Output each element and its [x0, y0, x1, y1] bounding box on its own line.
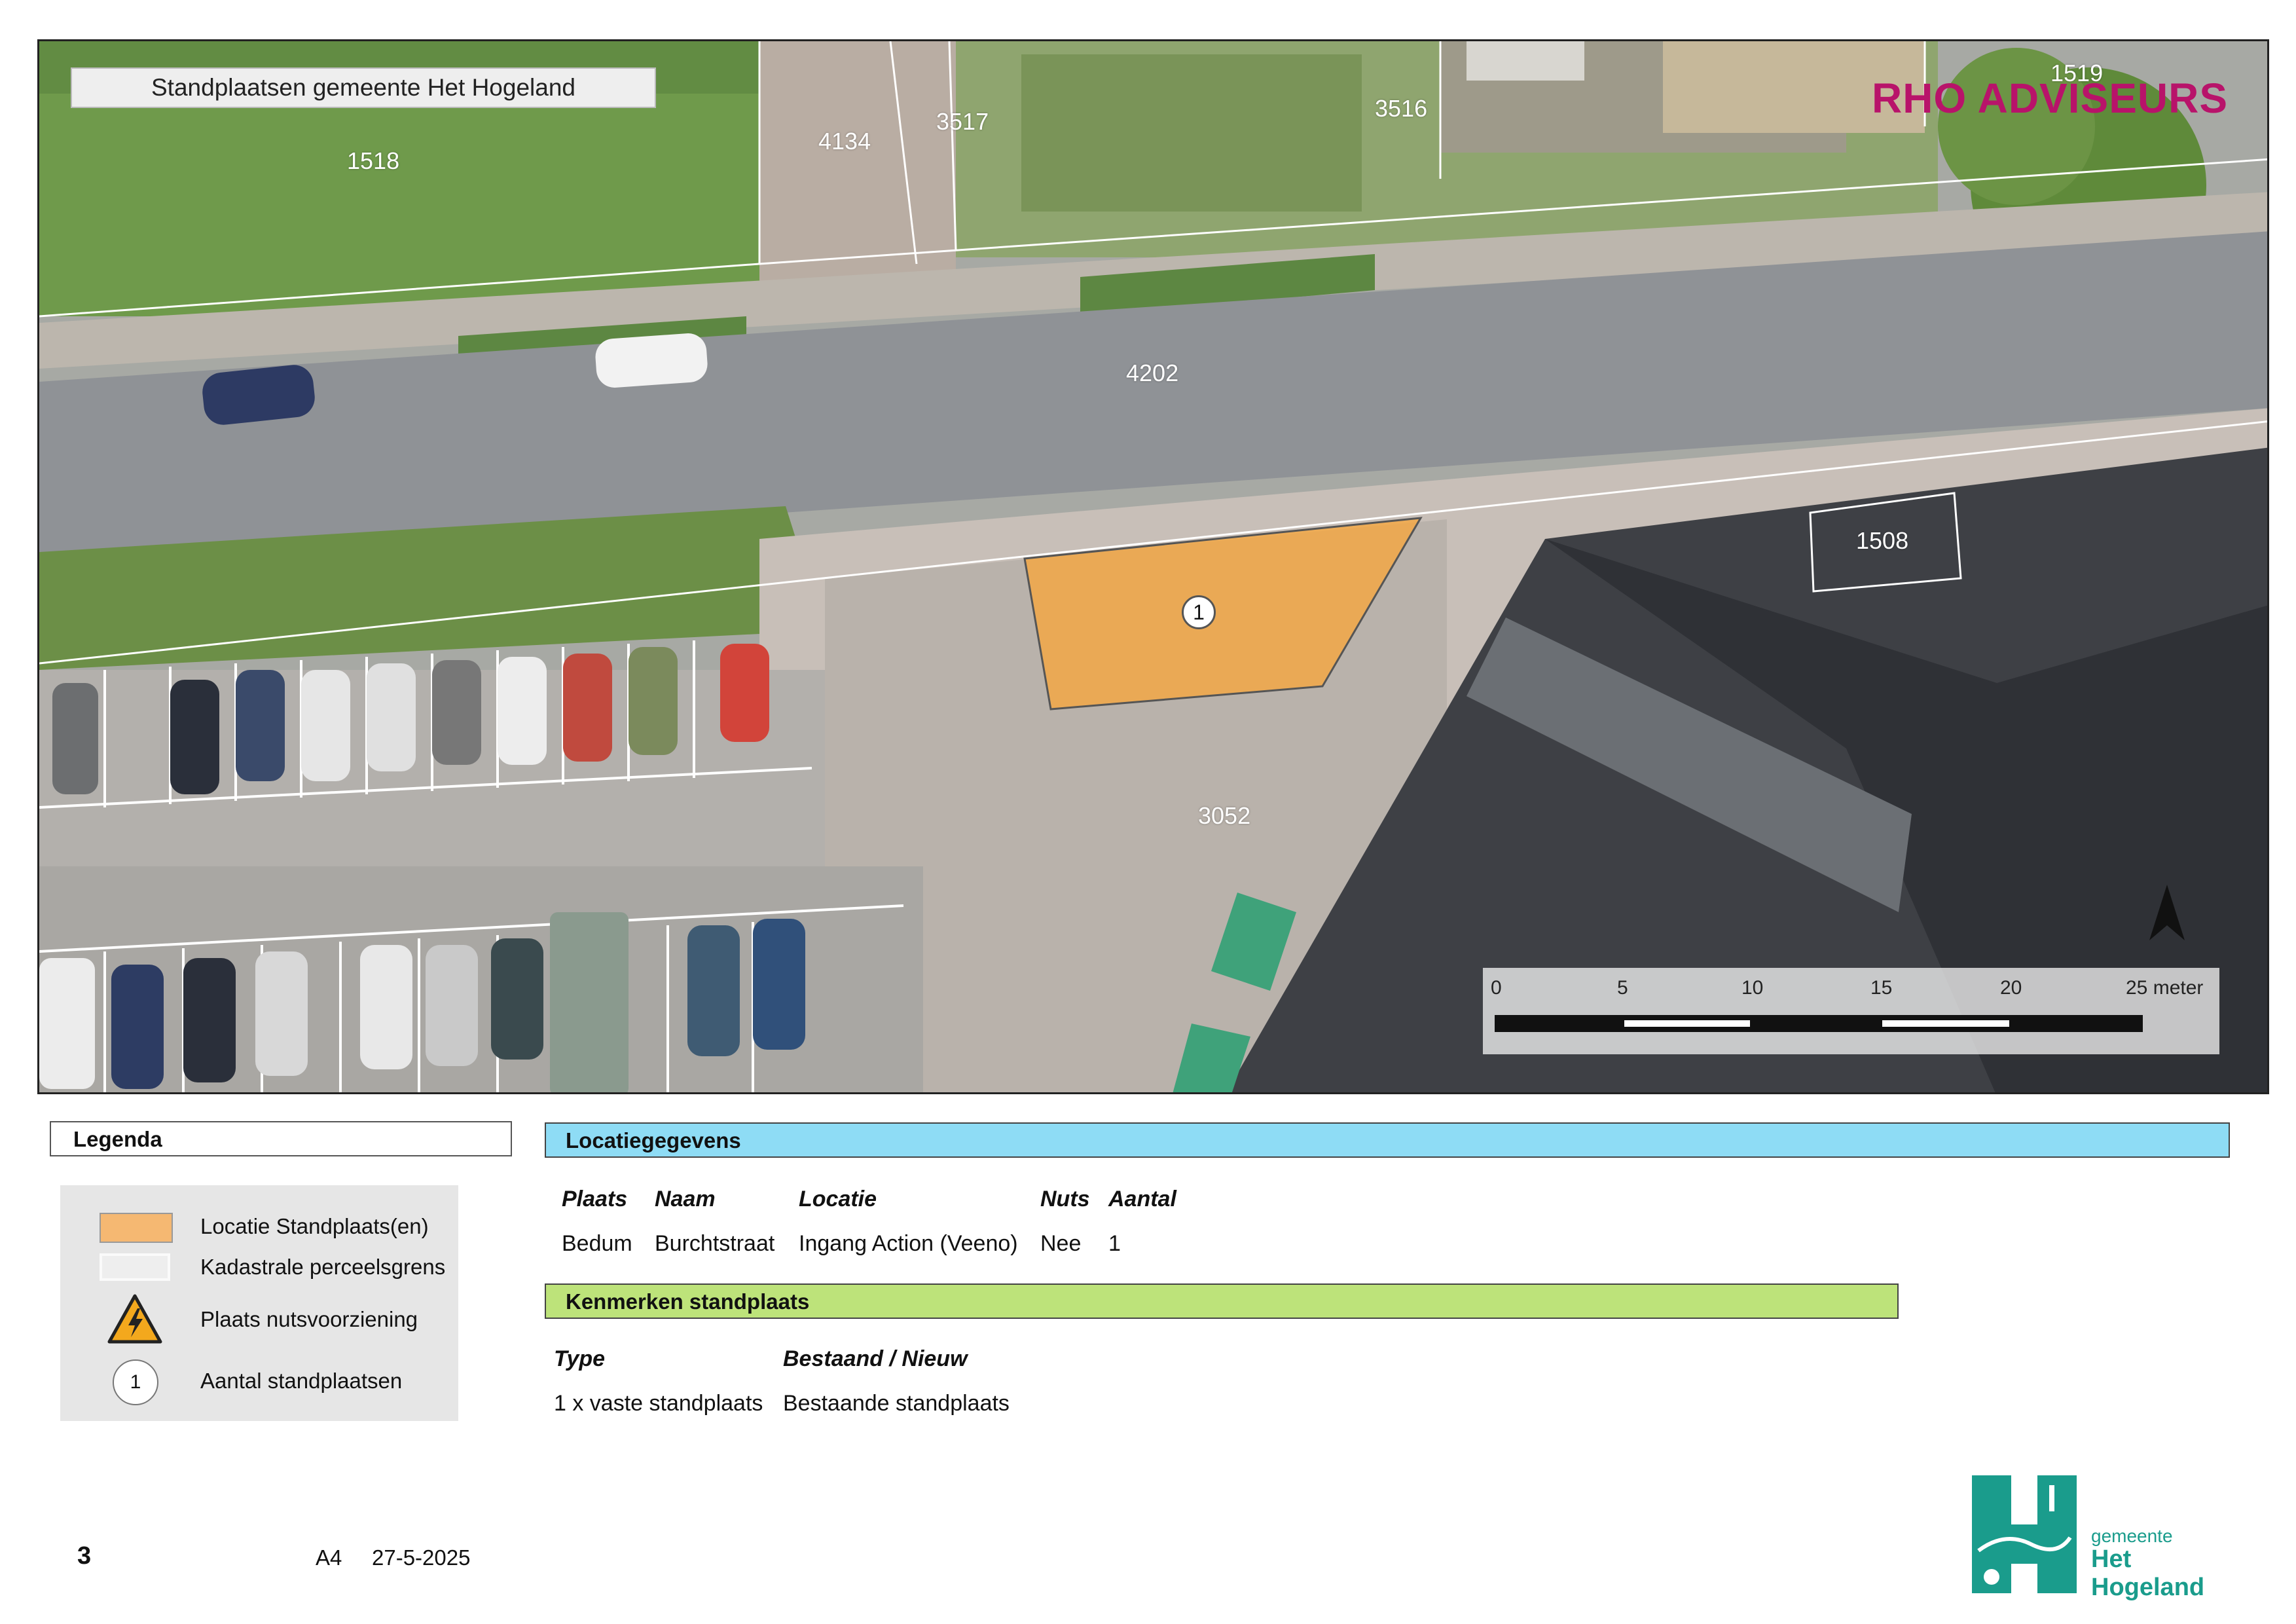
cell-bestaand-nieuw: Bestaande standplaats [783, 1391, 1010, 1416]
scale-tick-label: 10 [1741, 977, 1764, 999]
col-type: Type [554, 1346, 606, 1371]
parcel-label: 1508 [1856, 527, 1909, 554]
kenmerken-header: Kenmerken standplaats [545, 1283, 1899, 1319]
parcel-label: 3052 [1198, 802, 1251, 829]
gemeente-logo: gemeente Het Hogeland [1972, 1472, 2240, 1601]
rho-logo: RHO ADVISEURS [1871, 75, 2228, 122]
electric-warning-icon [107, 1294, 162, 1344]
parcel-label: 4134 [818, 128, 871, 155]
col-plaats: Plaats [562, 1187, 628, 1211]
cell-plaats: Bedum [562, 1231, 632, 1256]
count-circle-icon: 1 [113, 1359, 158, 1405]
orange-square-icon [100, 1213, 173, 1243]
het-hogeland-h-icon [1972, 1475, 2077, 1593]
cell-naam: Burchtstraat [655, 1231, 775, 1256]
legend-box: Locatie Standplaats(en) Kadastrale perce… [60, 1185, 458, 1421]
logo-line1: gemeente [2091, 1526, 2173, 1546]
parcel-label: 1518 [347, 147, 400, 174]
north-arrow-icon [2149, 885, 2185, 940]
col-bestaand-nieuw: Bestaand / Nieuw [783, 1346, 968, 1371]
parcel-label: 3516 [1375, 95, 1428, 122]
scale-tick-label: 20 [2000, 977, 2022, 999]
col-aantal: Aantal [1108, 1187, 1176, 1211]
page-number: 3 [77, 1542, 92, 1570]
map-title: Standplaatsen gemeente Het Hogeland [71, 67, 656, 108]
cell-type: 1 x vaste standplaats [554, 1391, 763, 1416]
legend-label: Aantal standplaatsen [200, 1369, 403, 1393]
scale-tick-label: 0 [1491, 977, 1502, 999]
legend-title: Legenda [50, 1121, 512, 1156]
legend-label: Kadastrale perceelsgrens [200, 1255, 446, 1279]
col-nuts: Nuts [1040, 1187, 1090, 1211]
parcel-label: 1519 [2050, 60, 2104, 86]
paper-format: A4 [316, 1545, 342, 1570]
parcel-outline-icon [100, 1253, 170, 1281]
legend-label: Plaats nutsvoorziening [200, 1307, 418, 1331]
col-locatie: Locatie [799, 1187, 877, 1211]
aerial-map[interactable]: Standplaatsen gemeente Het Hogeland RHO … [37, 39, 2269, 1094]
locatie-header: Locatiegegevens [545, 1122, 2230, 1158]
parcel-label: 4202 [1126, 360, 1179, 386]
parcel-label: 3517 [936, 108, 989, 135]
cell-locatie: Ingang Action (Veeno) [799, 1231, 1018, 1256]
scale-tick-label: 25 meter [2126, 977, 2204, 999]
aerial-background [39, 41, 2267, 1092]
logo-line2: Het Hogeland [2091, 1545, 2205, 1601]
cell-aantal: 1 [1108, 1231, 1121, 1256]
legend-label: Locatie Standplaats(en) [200, 1214, 429, 1238]
date: 27-5-2025 [372, 1545, 471, 1570]
col-naam: Naam [655, 1187, 716, 1211]
scale-tick-label: 15 [1870, 977, 1893, 999]
scale-bar: 0 5 10 15 20 25 meter [1483, 968, 2219, 1054]
standplaats-count-marker[interactable]: 1 [1182, 595, 1216, 629]
cell-nuts: Nee [1040, 1231, 1082, 1256]
scale-tick-label: 5 [1617, 977, 1628, 999]
